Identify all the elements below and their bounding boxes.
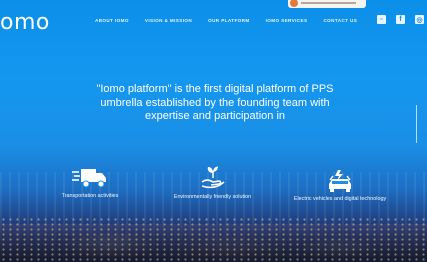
nav-services[interactable]: IOMO SERVICES (266, 18, 308, 23)
corner-badge (288, 0, 366, 8)
instagram-icon[interactable]: ◎ (415, 15, 424, 24)
nav-contact[interactable]: CONTACT US (323, 18, 357, 23)
city-lights-dots (0, 217, 427, 262)
facebook-icon[interactable]: f (396, 15, 405, 24)
square-icon[interactable]: ▫ (377, 15, 386, 24)
nav-vision-mission[interactable]: VISION & MISSION (145, 18, 192, 23)
badge-emblem (290, 0, 298, 7)
feature-transportation-label: Transportation activities (61, 193, 119, 199)
site-logo[interactable]: omo (0, 10, 50, 35)
feature-electric: Electric vehicles and digital technology (285, 170, 395, 203)
badge-text-line (301, 2, 356, 4)
delivery-truck-icon (72, 169, 106, 188)
feature-transportation: Transportation activities (40, 167, 140, 200)
nav-about[interactable]: ABOUT IOMO (95, 18, 129, 23)
feature-environment-label: Environmentally friendly solution (173, 194, 252, 200)
feature-environment: Environmentally friendly solution (160, 166, 265, 201)
feature-electric-label: Electric vehicles and digital technology (293, 196, 387, 202)
nav-our-platform[interactable]: OUR PLATFORM (208, 18, 249, 23)
social-links: ▫ f ◎ (377, 15, 424, 24)
scroll-indicator (416, 105, 417, 143)
hand-plant-icon (201, 166, 224, 189)
main-nav: ABOUT IOMO VISION & MISSION OUR PLATFORM… (95, 18, 373, 23)
hero-headline: "Iomo platform" is the first digital pla… (96, 83, 334, 123)
electric-car-icon (329, 170, 351, 192)
